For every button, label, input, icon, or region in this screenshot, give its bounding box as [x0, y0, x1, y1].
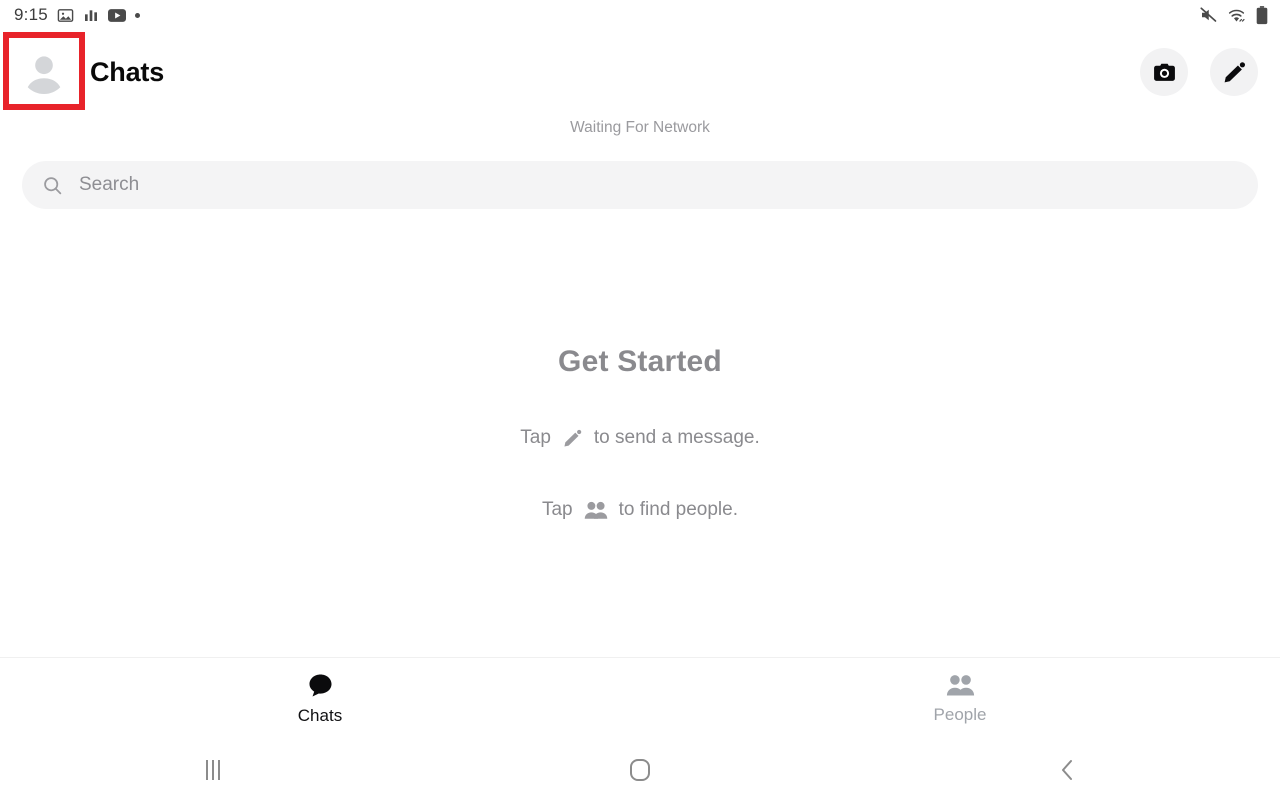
empty-state-title: Get Started	[558, 345, 722, 378]
people-icon	[584, 501, 607, 519]
camera-button[interactable]	[1140, 48, 1188, 96]
home-icon	[630, 759, 650, 781]
search-placeholder: Search	[79, 174, 140, 195]
profile-avatar[interactable]	[21, 48, 67, 94]
back-chevron-icon	[1061, 760, 1072, 780]
mute-icon	[1200, 7, 1217, 22]
search-icon	[44, 176, 62, 194]
android-navigation-bar	[0, 740, 1280, 800]
recents-icon	[206, 760, 221, 780]
hint-find-people-prefix: Tap	[541, 499, 573, 520]
status-bar-left: 9:15	[14, 5, 140, 25]
page-title: Chats	[90, 56, 165, 87]
tab-chats-label: Chats	[297, 706, 343, 725]
camera-icon	[1153, 63, 1175, 81]
hint-find-people: Tap to find people.	[0, 499, 1280, 521]
pencil-icon	[1224, 61, 1245, 82]
hint-find-people-suffix: to find people.	[618, 499, 738, 520]
youtube-icon	[107, 8, 126, 22]
tab-people[interactable]: People	[640, 658, 1280, 740]
bottom-tab-bar: Chats People	[0, 658, 1280, 740]
header-actions	[1140, 48, 1258, 96]
hint-send-message-prefix: Tap	[520, 427, 551, 448]
compose-button[interactable]	[1210, 48, 1258, 96]
nav-home-button[interactable]	[427, 759, 854, 781]
status-bar-right	[1199, 5, 1268, 25]
pencil-icon	[564, 429, 582, 447]
messaging-app-screen: 9:15 Chats Waiting For Network Search Ge…	[0, 0, 1280, 800]
photos-icon	[57, 8, 74, 22]
hint-send-message-suffix: to send a message.	[593, 427, 760, 448]
battery-icon	[1256, 5, 1268, 24]
hint-send-message: Tap to send a message.	[0, 427, 1280, 449]
status-bar: 9:15	[0, 0, 1280, 30]
search-input[interactable]: Search	[22, 161, 1258, 209]
bar-chart-icon	[84, 10, 97, 21]
chat-bubble-icon	[308, 674, 332, 697]
empty-state: Get Started Tap to send a message. Tap t…	[0, 345, 1280, 521]
people-icon	[946, 675, 974, 696]
tab-people-label: People	[933, 705, 987, 724]
app-header: Chats	[0, 32, 1280, 110]
notification-dot-icon	[134, 12, 140, 18]
tab-chats[interactable]: Chats	[0, 658, 640, 740]
network-status-text: Waiting For Network	[570, 119, 710, 136]
nav-recents-button[interactable]	[0, 760, 427, 780]
status-time: 9:15	[14, 5, 48, 24]
wifi-icon	[1228, 9, 1245, 22]
profile-avatar-highlight[interactable]	[3, 32, 85, 110]
nav-back-button[interactable]	[853, 758, 1280, 782]
